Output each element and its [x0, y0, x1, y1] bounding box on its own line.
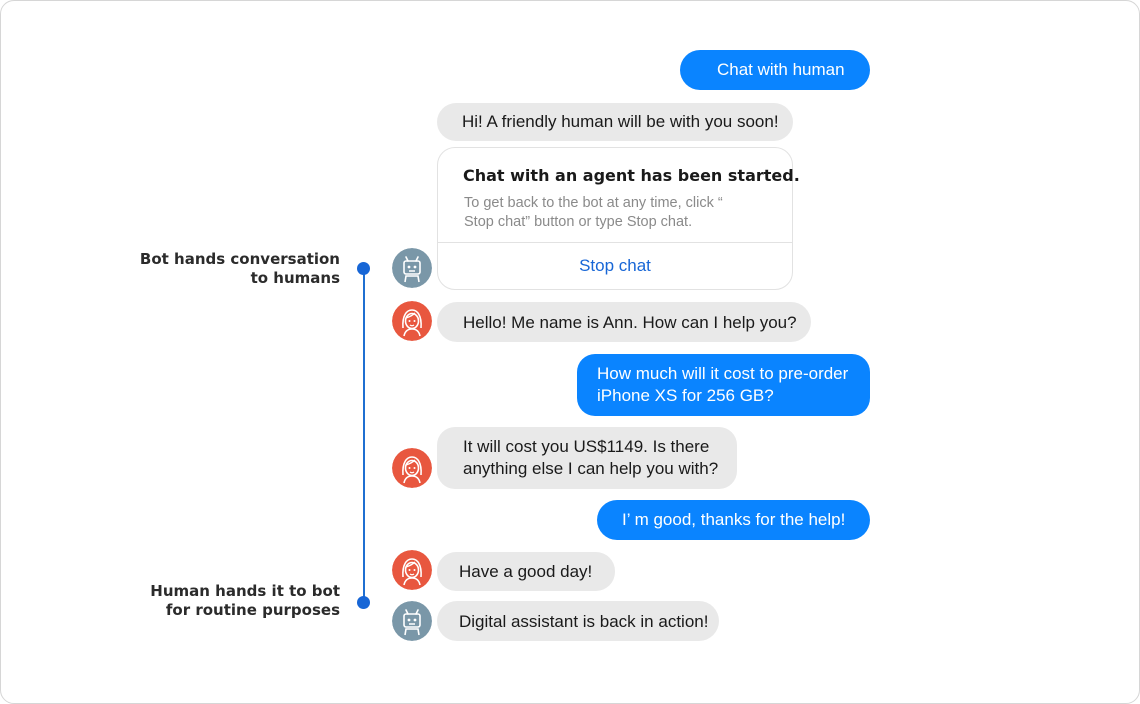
card-description-line: Stop chat” button or type Stop chat.: [464, 214, 693, 230]
message-bot-greeting: Hi! A friendly human will be with you so…: [437, 103, 793, 141]
robot-icon: [392, 601, 432, 641]
message-line: It will cost you US$1149. Is there: [463, 437, 710, 456]
bot-avatar: [392, 601, 432, 641]
timeline-dot-end: [357, 596, 370, 609]
agent-started-card: Chat with an agent has been started. To …: [437, 147, 800, 290]
annotation-line: Bot hands conversation: [139, 250, 340, 268]
annotation-line: for routine purposes: [165, 601, 340, 619]
annotation-human-to-bot: Human hands it to bot for routine purpos…: [150, 582, 340, 620]
message-agent-goodbye: Have a good day!: [437, 552, 615, 591]
agent-avatar: [392, 550, 432, 590]
message-line: How much will it cost to pre-order: [597, 364, 849, 383]
annotation-bot-to-human: Bot hands conversation to humans: [140, 250, 340, 288]
card-title: Chat with an agent has been started.: [463, 166, 800, 185]
stop-chat-button[interactable]: Stop chat: [438, 243, 792, 289]
timeline-dot-start: [357, 262, 370, 275]
card-description-line: To get back to the bot at any time, clic…: [464, 195, 723, 211]
agent-avatar: [392, 448, 432, 488]
message-bot-back: Digital assistant is back in action!: [437, 601, 719, 641]
woman-agent-icon: [392, 301, 432, 341]
message-agent-answer: It will cost you US$1149. Is there anyth…: [437, 427, 737, 489]
message-agent-intro: Hello! Me name is Ann. How can I help yo…: [437, 302, 811, 342]
card-description: To get back to the bot at any time, clic…: [464, 194, 764, 232]
agent-avatar: [392, 301, 432, 341]
message-user-chat-with-human: Chat with human: [680, 50, 870, 90]
handoff-timeline: [363, 268, 365, 602]
annotation-line: to humans: [250, 269, 340, 287]
robot-icon: [392, 248, 432, 288]
message-line: iPhone XS for 256 GB?: [597, 386, 774, 405]
message-user-question: How much will it cost to pre-order iPhon…: [577, 354, 870, 416]
bot-avatar: [392, 248, 432, 288]
annotation-line: Human hands it to bot: [150, 582, 340, 600]
woman-agent-icon: [392, 448, 432, 488]
message-line: anything else I can help you with?: [463, 459, 719, 478]
woman-agent-icon: [392, 550, 432, 590]
message-user-thanks: I’ m good, thanks for the help!: [597, 500, 870, 540]
